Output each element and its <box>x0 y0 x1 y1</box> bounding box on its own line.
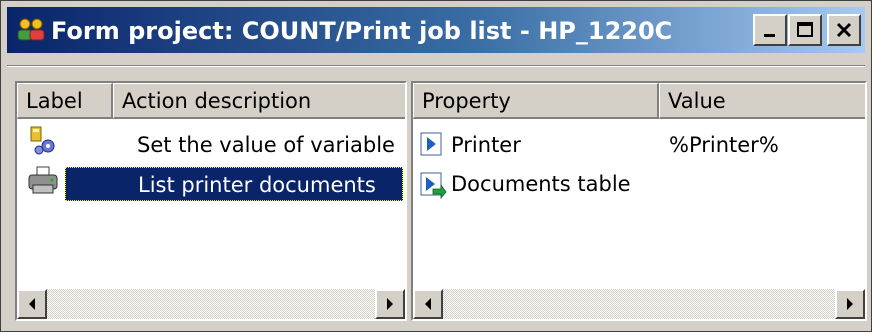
users-group-icon <box>17 18 45 41</box>
column-header-label[interactable]: Label <box>17 83 113 119</box>
title-bar[interactable]: Form project: COUNT/Print job list - HP_… <box>7 7 865 53</box>
properties-list[interactable]: Property Value Printer %Printer% Documen… <box>411 81 867 321</box>
column-header-value[interactable]: Value <box>659 83 865 119</box>
close-icon <box>836 22 852 38</box>
scroll-track[interactable] <box>443 289 835 319</box>
scroll-left-button[interactable] <box>17 289 47 319</box>
arrow-left-icon <box>29 298 35 310</box>
arrow-right-icon <box>847 298 853 310</box>
actions-list[interactable]: Label Action description Set the value o… <box>15 81 407 321</box>
horizontal-scrollbar[interactable] <box>413 289 865 319</box>
horizontal-scrollbar[interactable] <box>17 289 405 319</box>
column-header-property[interactable]: Property <box>413 83 659 119</box>
close-button[interactable] <box>827 14 861 46</box>
minimize-button[interactable] <box>753 14 787 46</box>
form-project-window: Form project: COUNT/Print job list - HP_… <box>0 0 872 332</box>
scroll-right-button[interactable] <box>835 289 865 319</box>
maximize-button[interactable] <box>788 14 822 46</box>
output-parameter-icon <box>420 172 447 199</box>
action-description: Set the value of variable <box>137 133 395 157</box>
arrow-right-icon <box>387 298 393 310</box>
scroll-left-button[interactable] <box>413 289 443 319</box>
property-value: %Printer% <box>669 133 779 157</box>
minimize-icon <box>764 34 775 37</box>
window-title: Form project: COUNT/Print job list - HP_… <box>51 17 673 45</box>
maximize-icon <box>797 22 813 37</box>
scroll-track[interactable] <box>47 289 375 319</box>
column-header-action-description[interactable]: Action description <box>113 83 405 119</box>
separator <box>7 65 865 67</box>
action-description-selected: List printer documents <box>65 167 403 201</box>
property-name: Printer <box>451 133 521 157</box>
printer-icon <box>28 166 58 194</box>
property-name: Documents table <box>451 172 631 196</box>
input-parameter-icon <box>420 132 442 156</box>
arrow-left-icon <box>425 298 431 310</box>
variable-gears-icon <box>30 126 55 155</box>
scroll-right-button[interactable] <box>375 289 405 319</box>
